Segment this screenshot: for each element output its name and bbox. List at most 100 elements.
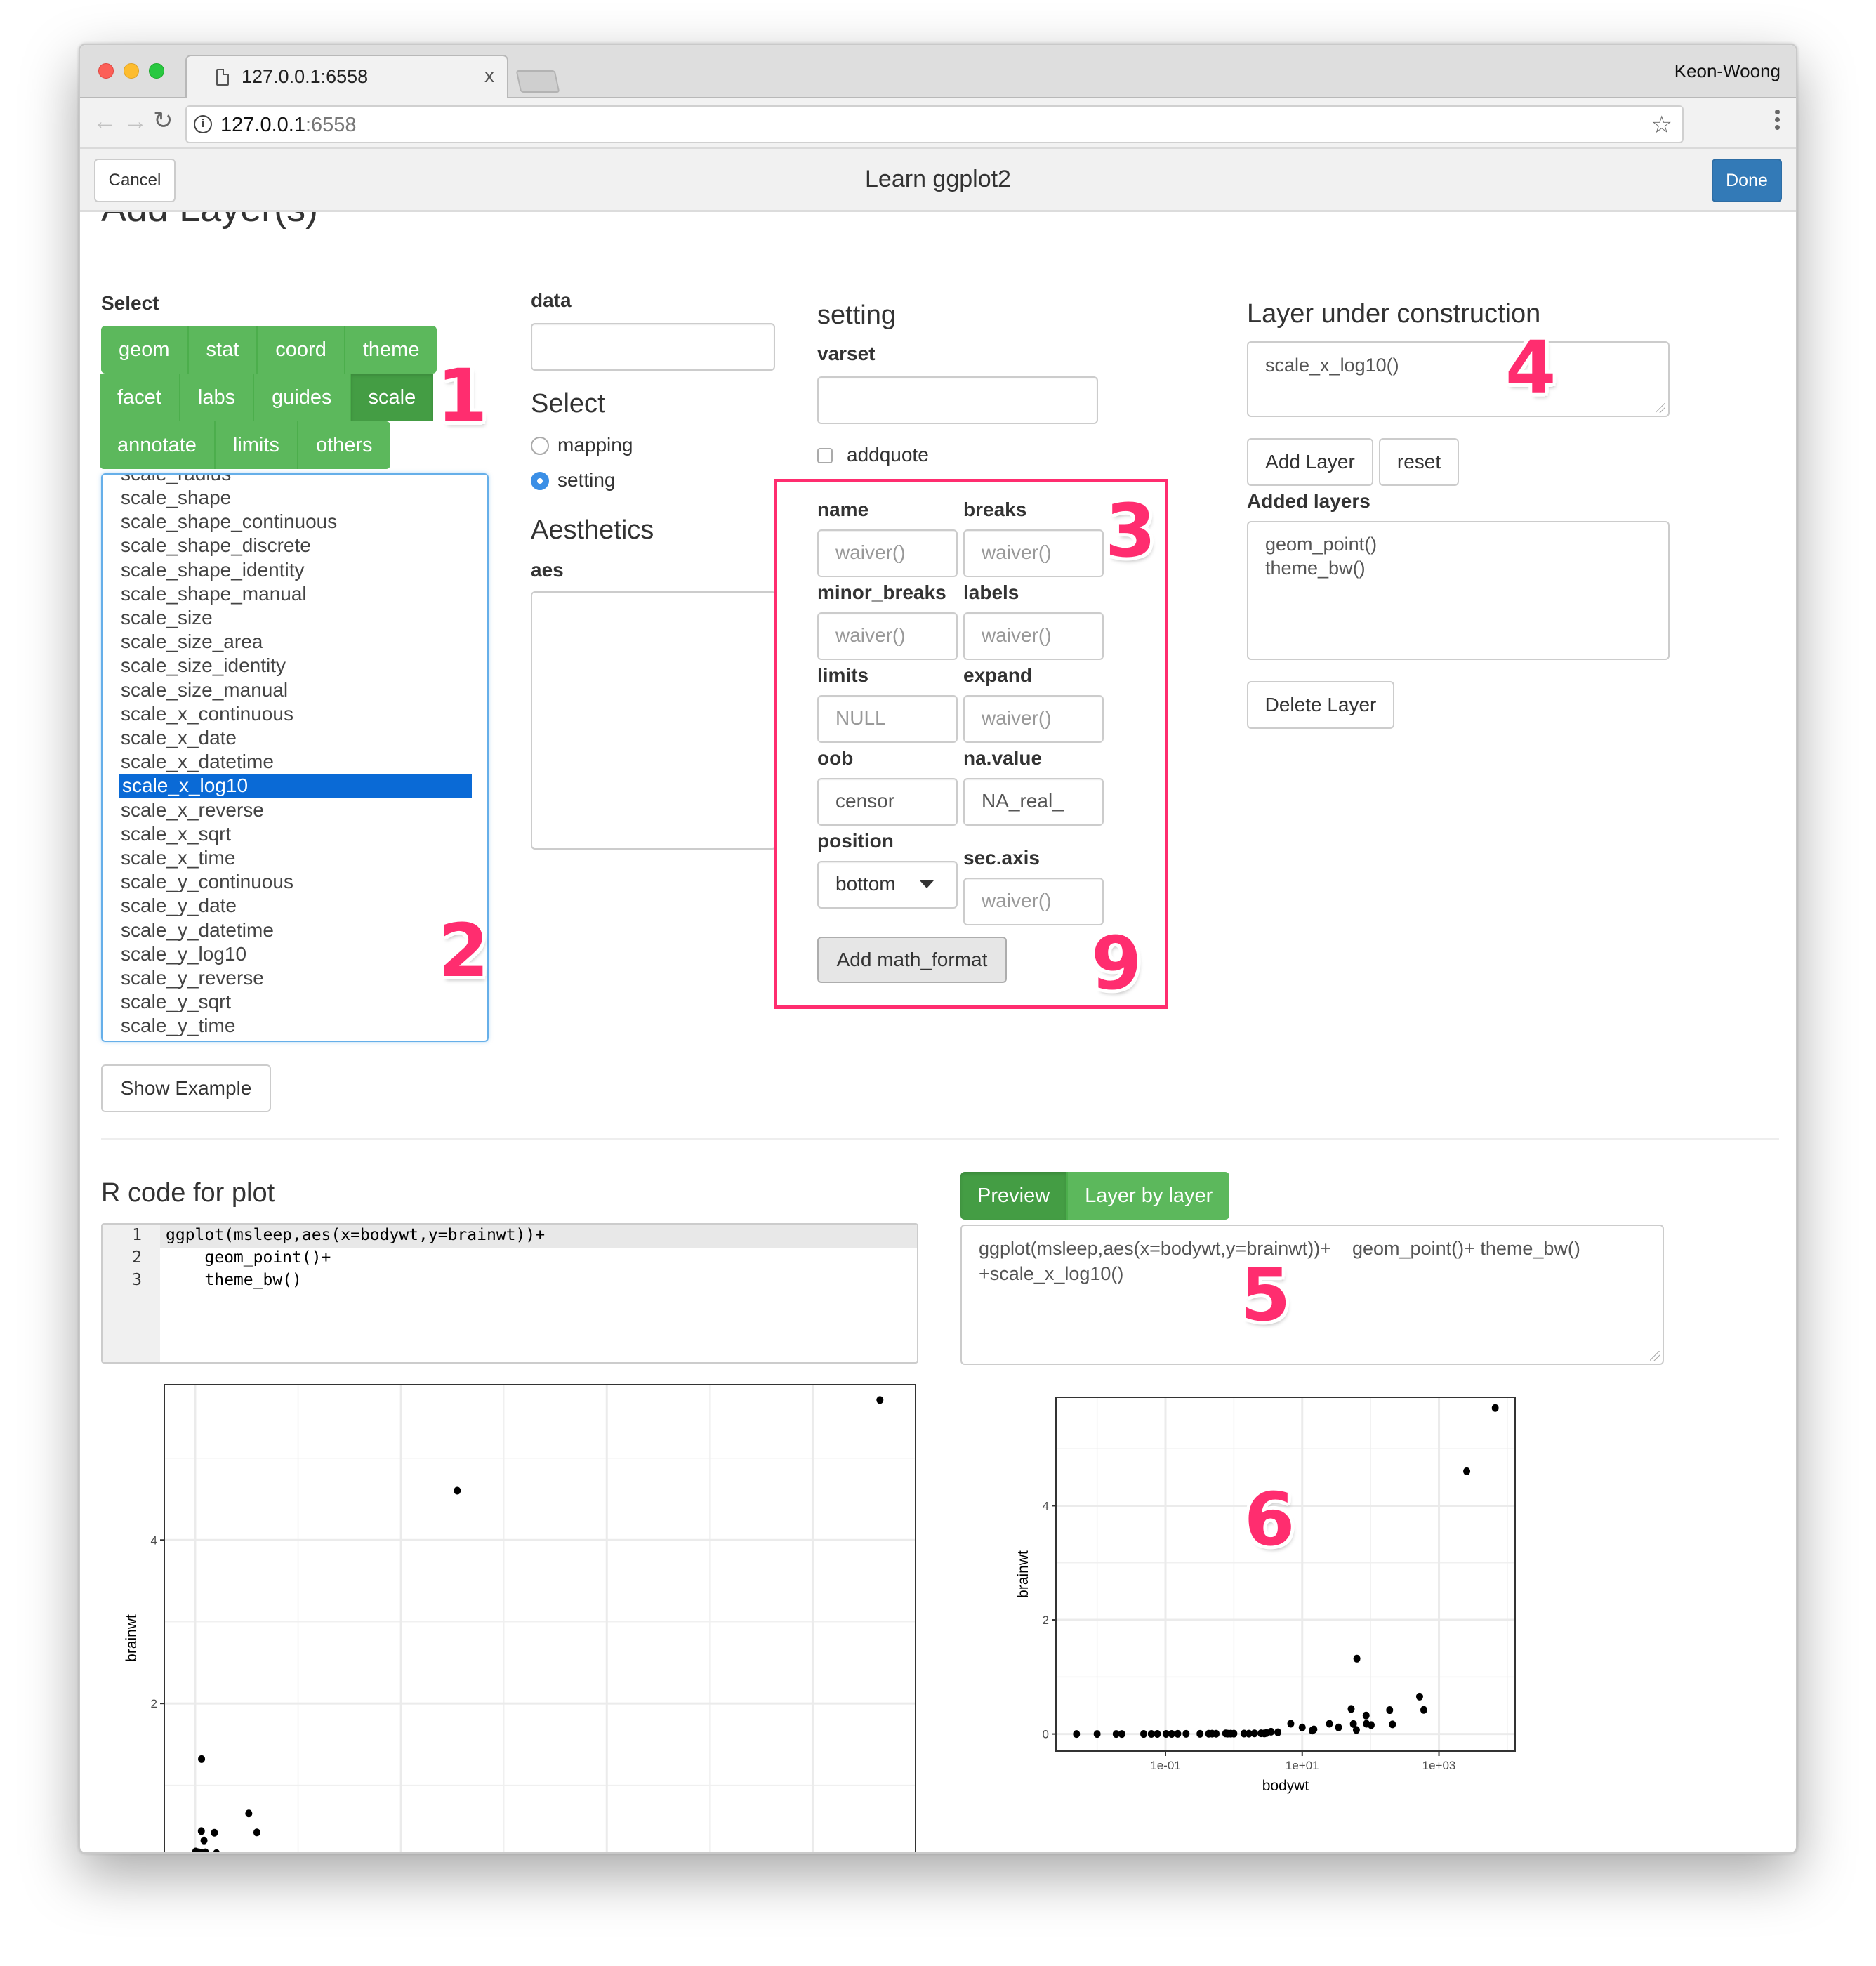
app-header: Cancel Learn ggplot2 Done xyxy=(80,149,1796,212)
list-item[interactable]: scale_y_continuous xyxy=(121,870,293,894)
show-example-button[interactable]: Show Example xyxy=(101,1064,271,1112)
browser-tab[interactable]: 127.0.0.1:6558 x xyxy=(185,55,508,100)
function-listbox[interactable]: scale_radius scale_shape scale_shape_cont… xyxy=(101,473,489,1042)
list-item[interactable]: scale_y_log10 xyxy=(121,942,246,966)
add-math-format-button[interactable]: Add math_format xyxy=(817,937,1007,983)
geom-button[interactable]: geom xyxy=(101,326,189,374)
address-bar[interactable]: i 127.0.0.1:6558 ☆ xyxy=(185,105,1684,143)
code-editor[interactable]: 1 2 3 ggplot(msleep,aes(x=bodywt,y=brain… xyxy=(101,1223,918,1364)
facet-button[interactable]: facet xyxy=(100,374,180,421)
list-item[interactable]: scale_x_reverse xyxy=(121,798,264,822)
breaks-input[interactable]: waiver() xyxy=(963,529,1104,577)
others-button[interactable]: others xyxy=(298,421,390,469)
coord-button[interactable]: coord xyxy=(258,326,345,374)
tab-preview[interactable]: Preview xyxy=(960,1172,1069,1220)
list-item[interactable]: scale_x_continuous xyxy=(121,702,293,726)
list-item[interactable]: scale_shape xyxy=(121,486,231,510)
resize-handle[interactable] xyxy=(1656,403,1665,413)
oob-label: oob xyxy=(817,747,854,769)
position-select[interactable]: bottom xyxy=(817,861,958,909)
divider xyxy=(101,1138,1779,1140)
mapping-radio-label[interactable]: mapping xyxy=(557,434,633,456)
labels-input[interactable]: waiver() xyxy=(963,612,1104,660)
preview-code-textarea[interactable]: ggplot(msleep,aes(x=bodywt,y=brainwt))+ … xyxy=(960,1225,1664,1365)
na-value-input[interactable]: NA_real_ xyxy=(963,778,1104,826)
list-item[interactable]: scale_size_identity xyxy=(121,654,286,678)
resize-handle[interactable] xyxy=(1650,1351,1660,1361)
browser-menu-icon[interactable] xyxy=(1775,107,1781,133)
expand-input[interactable]: waiver() xyxy=(963,695,1104,743)
maximize-window-button[interactable] xyxy=(149,63,164,79)
select-label: Select xyxy=(101,292,159,314)
mapping-radio[interactable] xyxy=(531,437,549,455)
list-item[interactable]: scale_y_sqrt xyxy=(121,990,231,1014)
minimize-window-button[interactable] xyxy=(124,63,139,79)
add-layer-button[interactable]: Add Layer xyxy=(1247,438,1373,486)
list-item[interactable]: scale_shape_identity xyxy=(121,558,305,582)
limits-input[interactable]: NULL xyxy=(817,695,958,743)
list-item[interactable]: scale_shape_continuous xyxy=(121,510,337,534)
list-item[interactable]: scale_y_datetime xyxy=(121,918,274,942)
list-item-partial[interactable]: scale_radius xyxy=(121,475,231,486)
url-text[interactable]: 127.0.0.1:6558 xyxy=(220,114,357,137)
setting-radio[interactable] xyxy=(531,472,549,490)
oob-input[interactable]: censor xyxy=(817,778,958,826)
data-input[interactable] xyxy=(531,323,775,371)
tab-close-icon[interactable]: x xyxy=(484,65,494,87)
guides-button[interactable]: guides xyxy=(254,374,351,421)
tab-layer-by-layer[interactable]: Layer by layer xyxy=(1068,1172,1230,1220)
data-point xyxy=(1073,1730,1081,1739)
done-button[interactable]: Done xyxy=(1712,159,1782,202)
list-item[interactable]: scale_x_date xyxy=(121,726,237,750)
setting-radio-label[interactable]: setting xyxy=(557,469,616,492)
forward-icon[interactable]: → xyxy=(124,108,147,136)
delete-layer-button[interactable]: Delete Layer xyxy=(1247,681,1394,729)
annotate-button[interactable]: annotate xyxy=(100,421,216,469)
button-group-row-3: annotate limits others xyxy=(100,421,390,469)
labs-button[interactable]: labs xyxy=(180,374,255,421)
sec-axis-label: sec.axis xyxy=(963,847,1040,869)
layer-code-textarea[interactable]: scale_x_log10() xyxy=(1247,341,1670,417)
y-axis-title: brainwt xyxy=(124,1614,140,1662)
back-icon[interactable]: ← xyxy=(93,108,117,136)
code-line[interactable]: geom_point()+ xyxy=(166,1248,331,1267)
addquote-label[interactable]: addquote xyxy=(847,444,929,466)
new-tab-button[interactable] xyxy=(515,70,560,93)
list-item[interactable]: scale_y_date xyxy=(121,894,237,918)
minor-breaks-input[interactable]: waiver() xyxy=(817,612,958,660)
scale-button[interactable]: scale xyxy=(350,374,434,421)
reload-icon[interactable]: ↻ xyxy=(153,107,173,135)
stat-button[interactable]: stat xyxy=(188,326,258,374)
list-item[interactable]: scale_size_manual xyxy=(121,678,288,702)
limits-button[interactable]: limits xyxy=(215,421,298,469)
list-item-selected[interactable]: scale_x_log10 xyxy=(119,774,472,798)
bookmark-star-icon[interactable]: ☆ xyxy=(1651,111,1672,139)
list-item[interactable]: scale_y_time xyxy=(121,1014,235,1038)
reset-button[interactable]: reset xyxy=(1379,438,1459,486)
minor-breaks-label: minor_breaks xyxy=(817,581,946,603)
y-tick-label: 4 xyxy=(1043,1499,1049,1512)
code-line[interactable]: ggplot(msleep,aes(x=bodywt,y=brainwt))+ xyxy=(166,1226,545,1244)
sec-axis-input[interactable]: waiver() xyxy=(963,878,1104,925)
addquote-checkbox[interactable] xyxy=(817,448,833,463)
list-item[interactable]: scale_shape_manual xyxy=(121,582,307,606)
aes-textarea[interactable] xyxy=(531,591,777,850)
list-item[interactable]: scale_y_reverse xyxy=(121,966,264,990)
info-icon[interactable]: i xyxy=(194,115,212,133)
varset-input[interactable] xyxy=(817,376,1098,424)
name-input[interactable]: waiver() xyxy=(817,529,958,577)
list-item[interactable]: scale_x_datetime xyxy=(121,750,274,774)
close-window-button[interactable] xyxy=(98,63,114,79)
list-item[interactable]: scale_size_area xyxy=(121,630,263,654)
code-line[interactable]: theme_bw() xyxy=(166,1271,302,1289)
list-item[interactable]: scale_x_time xyxy=(121,846,235,870)
data-point xyxy=(1154,1730,1161,1739)
data-point xyxy=(1168,1729,1175,1738)
list-item[interactable]: scale_size xyxy=(121,606,213,630)
list-item[interactable]: scale_x_sqrt xyxy=(121,822,231,846)
theme-button[interactable]: theme xyxy=(345,326,437,374)
profile-name[interactable]: Keon-Woong xyxy=(1674,60,1781,82)
data-point xyxy=(1174,1729,1182,1738)
list-item[interactable]: scale_shape_discrete xyxy=(121,534,311,558)
added-layers-textarea[interactable]: geom_point() theme_bw() xyxy=(1247,521,1670,660)
